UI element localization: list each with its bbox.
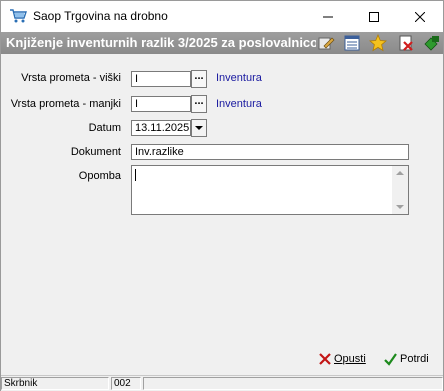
- scroll-arrows-icon: [396, 171, 404, 209]
- status-bar: Skrbnik 002: [1, 375, 443, 391]
- chevron-down-icon: [195, 126, 203, 130]
- maximize-button[interactable]: [351, 1, 397, 32]
- document-input[interactable]: Inv.razlike: [131, 144, 409, 160]
- checkmark-icon: [384, 352, 397, 366]
- surplus-lookup-button[interactable]: ...: [191, 70, 207, 88]
- note-label: Opomba: [78, 170, 121, 182]
- note-textarea[interactable]: [131, 165, 409, 215]
- note-scrollbar[interactable]: [392, 166, 408, 214]
- confirm-button-label: Potrdi: [400, 353, 429, 365]
- cart-icon: [10, 9, 27, 23]
- document-label: Dokument: [70, 146, 121, 158]
- status-info: [143, 377, 443, 390]
- form-header: Knjiženje inventurnih razlik 3/2025 za p…: [1, 32, 443, 54]
- close-button[interactable]: [397, 1, 443, 32]
- form-title: Knjiženje inventurnih razlik 3/2025 za p…: [6, 35, 316, 50]
- deficit-type-input[interactable]: I: [131, 96, 191, 112]
- confirm-button[interactable]: Potrdi: [384, 350, 429, 368]
- cancel-button-label: Opusti: [334, 353, 366, 365]
- date-dropdown-button[interactable]: [191, 119, 207, 137]
- status-user: Skrbnik: [1, 377, 109, 390]
- close-icon: [415, 11, 425, 22]
- minimize-icon: [323, 16, 333, 17]
- date-label: Datum: [88, 122, 121, 134]
- list-icon[interactable]: [343, 34, 361, 52]
- favorite-star-icon[interactable]: [369, 34, 387, 52]
- maximize-icon: [369, 11, 379, 22]
- text-caret: [135, 169, 136, 181]
- title-bar: Saop Trgovina na drobno: [1, 1, 443, 32]
- surplus-lookup-text: Inventura: [216, 72, 262, 84]
- window-title: Saop Trgovina na drobno: [33, 9, 168, 23]
- edit-icon[interactable]: [317, 34, 335, 52]
- deficit-label: Vrsta prometa - manjki: [10, 98, 121, 110]
- cancel-button[interactable]: Opusti: [319, 350, 366, 368]
- delete-icon[interactable]: [397, 34, 415, 52]
- deficit-lookup-button[interactable]: ...: [191, 95, 207, 113]
- app-window: Saop Trgovina na drobno Knjiženje invent…: [0, 0, 444, 391]
- minimize-button[interactable]: [305, 1, 351, 32]
- date-input[interactable]: 13.11.2025: [131, 120, 191, 136]
- exit-icon[interactable]: [423, 34, 441, 52]
- status-code: 002: [111, 377, 141, 390]
- surplus-type-input[interactable]: I: [131, 71, 191, 87]
- deficit-lookup-text: Inventura: [216, 98, 262, 110]
- cancel-x-icon: [319, 353, 331, 365]
- surplus-label: Vrsta prometa - viški: [21, 72, 121, 84]
